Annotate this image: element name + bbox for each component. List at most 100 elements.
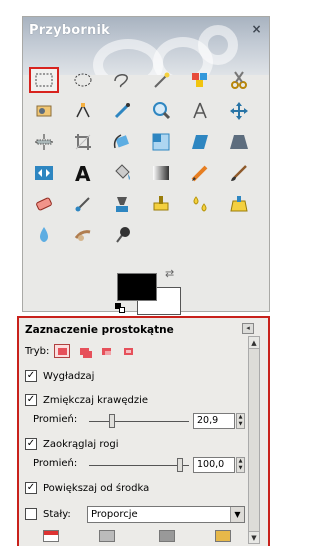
tool-button[interactable] — [224, 129, 254, 155]
antialias-option[interactable]: ✓ Wygładzaj — [25, 370, 94, 382]
intersect-mode-icon[interactable] — [120, 344, 136, 358]
rounded-radius-slider[interactable] — [89, 465, 189, 466]
options-scrollbar[interactable]: ▲ ▼ — [248, 336, 260, 544]
swap-colors-icon[interactable]: ⇄ — [165, 267, 174, 280]
mode-label: Tryb: — [25, 345, 50, 357]
ellipse-select-icon — [74, 73, 92, 87]
tool-button[interactable] — [29, 160, 59, 186]
antialias-checkbox[interactable]: ✓ — [25, 370, 37, 382]
tool-button[interactable]: A — [68, 160, 98, 186]
fixed-checkbox[interactable] — [25, 508, 37, 520]
fixed-option[interactable]: Stały: — [25, 508, 71, 520]
foreground-select-icon — [36, 105, 52, 117]
feather-radius-input[interactable]: 20,9 — [193, 413, 235, 429]
feather-radius-label: Promień: — [33, 414, 78, 425]
rotate-icon — [113, 134, 130, 149]
toolbox-title: Przybornik — [29, 23, 110, 38]
feather-radius-slider-handle[interactable] — [109, 414, 115, 428]
dodge-burn-icon — [116, 227, 130, 243]
tool-button[interactable] — [68, 222, 98, 248]
tool-button[interactable] — [68, 98, 98, 124]
paths-icon — [76, 103, 90, 118]
tool-button[interactable] — [224, 160, 254, 186]
tool-button[interactable] — [185, 191, 215, 217]
feather-radius-row: Promień: — [33, 414, 77, 425]
delete-options-icon[interactable] — [159, 530, 175, 542]
chevron-down-icon[interactable]: ▼ — [230, 507, 244, 522]
options-footer — [19, 530, 249, 548]
feather-checkbox[interactable]: ✓ — [25, 394, 37, 406]
tool-button[interactable] — [107, 98, 137, 124]
tool-button[interactable] — [185, 98, 215, 124]
zoom-icon — [153, 102, 171, 120]
free-select-icon — [114, 74, 128, 88]
pencil-icon — [191, 165, 208, 182]
feather-radius-spin-icon[interactable]: ▲ ▼ — [236, 413, 245, 429]
expand-center-option[interactable]: ✓ Powiększaj od środka — [25, 482, 149, 494]
tool-button[interactable] — [224, 67, 254, 93]
tool-button[interactable] — [146, 129, 176, 155]
tool-button[interactable] — [68, 191, 98, 217]
rounded-radius-spin-icon[interactable]: ▲ ▼ — [236, 457, 245, 473]
smudge-icon — [74, 230, 91, 241]
clone-icon — [153, 196, 169, 211]
perspective-icon — [230, 135, 248, 149]
rounded-radius-slider-handle[interactable] — [177, 458, 183, 472]
tool-button[interactable] — [107, 67, 137, 93]
feather-option[interactable]: ✓ Zmiękczaj krawędzie — [25, 394, 148, 406]
tool-button[interactable] — [224, 98, 254, 124]
tool-button[interactable] — [29, 98, 59, 124]
fixed-mode-value: Proporcje — [91, 509, 138, 520]
tool-options-title: Zaznaczenie prostokątne — [25, 324, 174, 336]
tool-options-panel: Zaznaczenie prostokątne ◂ ▲ ▼ Tryb: ✓ Wy… — [17, 316, 270, 546]
tool-button[interactable] — [107, 160, 137, 186]
add-mode-icon[interactable] — [76, 344, 92, 358]
expand-center-label: Powiększaj od środka — [43, 482, 150, 494]
subtract-mode-icon[interactable] — [98, 344, 114, 358]
tool-button[interactable] — [107, 191, 137, 217]
panel-menu-icon[interactable]: ◂ — [242, 323, 254, 334]
close-icon[interactable]: × — [250, 23, 263, 36]
tool-button[interactable] — [224, 191, 254, 217]
tool-button[interactable] — [29, 191, 59, 217]
tool-button[interactable] — [68, 129, 98, 155]
rounded-radius-input[interactable]: 100,0 — [193, 457, 235, 473]
rounded-corners-checkbox[interactable]: ✓ — [25, 438, 37, 450]
restore-options-icon[interactable] — [99, 530, 115, 542]
tool-button[interactable] — [29, 129, 59, 155]
save-options-icon[interactable] — [43, 530, 59, 542]
antialias-label: Wygładzaj — [43, 370, 95, 382]
tool-button[interactable] — [68, 67, 98, 93]
tool-button[interactable] — [185, 67, 215, 93]
fixed-mode-dropdown[interactable]: Proporcje ▼ — [87, 506, 245, 523]
feather-radius-slider[interactable] — [89, 421, 189, 422]
tool-button[interactable] — [107, 222, 137, 248]
blend-icon — [153, 166, 169, 180]
reset-options-icon[interactable] — [215, 530, 231, 542]
eraser-icon — [36, 197, 52, 211]
tool-button[interactable] — [185, 160, 215, 186]
tool-button[interactable] — [146, 160, 176, 186]
color-area: ⇄ — [115, 267, 185, 315]
rounded-radius-row: Promień: — [33, 458, 77, 469]
wilber-decoration — [198, 25, 238, 65]
blur-icon — [40, 227, 48, 242]
replace-mode-icon[interactable] — [54, 344, 71, 358]
tool-button[interactable] — [107, 129, 137, 155]
foreground-color-swatch[interactable] — [117, 273, 157, 301]
paintbrush-icon — [231, 165, 247, 181]
tool-button[interactable] — [29, 67, 59, 93]
tool-button[interactable] — [146, 98, 176, 124]
tool-button[interactable] — [185, 129, 215, 155]
rounded-corners-label: Zaokrąglaj rogi — [43, 438, 119, 450]
expand-center-checkbox[interactable]: ✓ — [25, 482, 37, 494]
scroll-down-icon[interactable]: ▼ — [249, 531, 259, 543]
tool-button[interactable] — [146, 191, 176, 217]
default-colors-icon[interactable] — [115, 303, 125, 313]
rounded-corners-option[interactable]: ✓ Zaokrąglaj rogi — [25, 438, 118, 450]
tool-button[interactable] — [29, 222, 59, 248]
scroll-up-icon[interactable]: ▲ — [249, 337, 259, 349]
toolbox-window: Przybornik × A ⇄ — [22, 16, 270, 315]
crop-icon — [75, 134, 91, 150]
tool-button[interactable] — [146, 67, 176, 93]
